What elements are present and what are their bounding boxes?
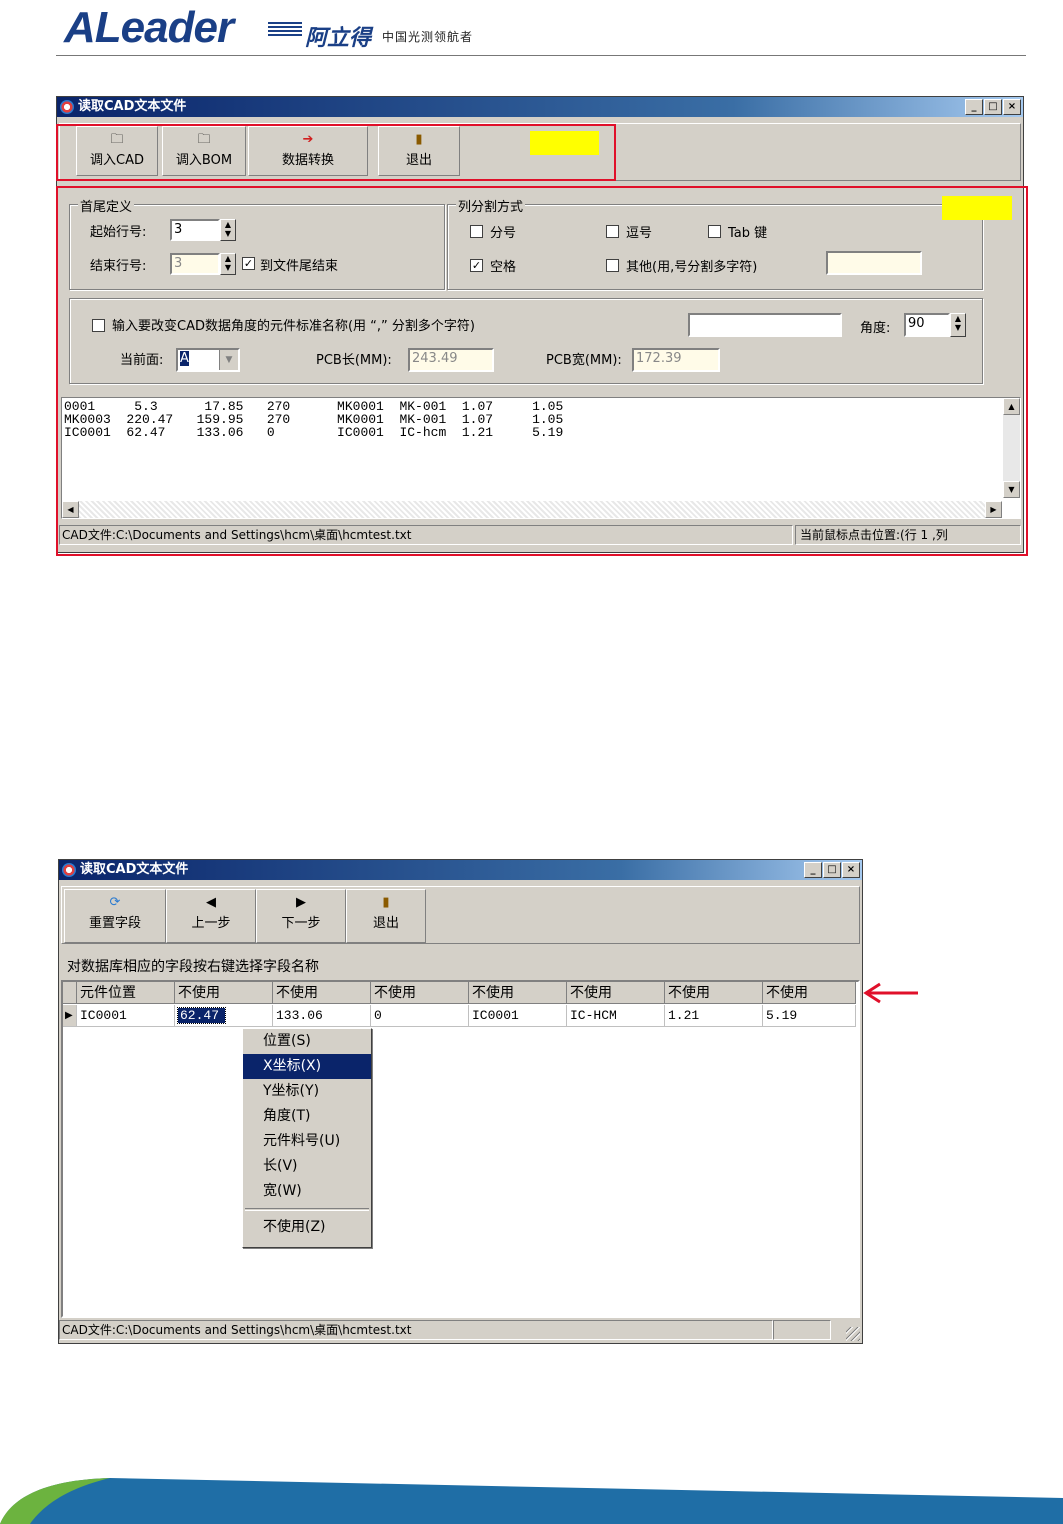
column-header[interactable]: 不使用 xyxy=(469,982,567,1004)
column-header[interactable]: 不使用 xyxy=(371,982,469,1004)
header-divider xyxy=(56,55,1026,56)
status-cursor-position xyxy=(773,1320,831,1340)
menu-item-y-coordinate[interactable]: Y坐标(Y) xyxy=(243,1079,371,1104)
logo-tagline: 中国光测领航者 xyxy=(382,30,474,44)
toolbar: ⟳ 重置字段 ◀ 上一步 ▶ 下一步 ▮ 退出 xyxy=(61,886,860,944)
row-indicator: ▶ xyxy=(63,1005,77,1027)
column-header[interactable]: 不使用 xyxy=(665,982,763,1004)
table-cell[interactable]: IC-HCM xyxy=(567,1005,665,1027)
table-cell[interactable]: IC0001 xyxy=(77,1005,175,1027)
menu-item-part-number[interactable]: 元件料号(U) xyxy=(243,1129,371,1154)
red-arrow-icon xyxy=(863,982,918,1004)
title-bar[interactable]: 读取CAD文本文件 _ □ × xyxy=(57,97,1023,117)
logo-chinese-name: 阿立得 xyxy=(305,26,372,51)
column-header[interactable]: 不使用 xyxy=(273,982,371,1004)
title-bar[interactable]: 读取CAD文本文件 _ □ × xyxy=(59,860,862,880)
table-cell[interactable]: 5.19 xyxy=(763,1005,856,1027)
selected-cell-value: 62.47 xyxy=(176,1007,227,1024)
window-title: 读取CAD文本文件 xyxy=(80,862,189,877)
row-indicator-header xyxy=(63,982,77,1004)
table-cell[interactable]: 0 xyxy=(371,1005,469,1027)
read-cad-window-2: 读取CAD文本文件 _ □ × ⟳ 重置字段 ◀ 上一步 ▶ 下一步 ▮ 退出 … xyxy=(58,859,863,1344)
table-cell[interactable]: 133.06 xyxy=(273,1005,371,1027)
button-label: 下一步 xyxy=(281,916,321,931)
menu-item-position[interactable]: 位置(S) xyxy=(243,1029,371,1054)
column-header[interactable]: 不使用 xyxy=(763,982,856,1004)
menu-separator xyxy=(245,1208,369,1211)
window-title: 读取CAD文本文件 xyxy=(78,99,187,114)
table-cell-selected[interactable]: 62.47 xyxy=(175,1005,273,1027)
next-step-button[interactable]: ▶ 下一步 xyxy=(256,889,346,943)
aleader-logo: ALeader xyxy=(64,3,234,52)
table-cell[interactable]: IC0001 xyxy=(469,1005,567,1027)
button-label: 重置字段 xyxy=(88,916,141,931)
menu-item-unused[interactable]: 不使用(Z) xyxy=(243,1215,371,1240)
status-file-path: CAD文件:C:\Documents and Settings\hcm\桌面\h… xyxy=(59,1320,773,1340)
exit-button[interactable]: ▮ 退出 xyxy=(346,889,426,943)
button-label: 退出 xyxy=(372,916,399,931)
logo-stripes xyxy=(268,22,302,36)
reset-icon: ⟳ xyxy=(109,895,121,910)
previous-step-button[interactable]: ◀ 上一步 xyxy=(166,889,256,943)
left-arrow-icon: ◀ xyxy=(206,895,216,910)
right-arrow-icon: ▶ xyxy=(296,895,306,910)
app-icon xyxy=(60,100,74,114)
instruction-text: 对数据库相应的字段按右键选择字段名称 xyxy=(67,959,319,975)
footer-swoosh xyxy=(0,1478,1063,1524)
exit-door-icon: ▮ xyxy=(382,895,390,910)
field-context-menu: 位置(S) X坐标(X) Y坐标(Y) 角度(T) 元件料号(U) 长(V) 宽… xyxy=(242,1028,372,1248)
column-header[interactable]: 不使用 xyxy=(567,982,665,1004)
close-button[interactable]: × xyxy=(1003,99,1021,115)
app-icon xyxy=(62,863,76,877)
yellow-marker xyxy=(942,196,1012,220)
button-label: 上一步 xyxy=(191,916,231,931)
minimize-button[interactable]: _ xyxy=(965,99,983,115)
reset-fields-button[interactable]: ⟳ 重置字段 xyxy=(64,889,166,943)
field-mapping-grid[interactable]: 元件位置 不使用 不使用 不使用 不使用 不使用 不使用 不使用 ▶ IC000… xyxy=(61,980,860,1318)
column-header[interactable]: 不使用 xyxy=(175,982,273,1004)
close-button[interactable]: × xyxy=(842,862,860,878)
settings-highlight-box xyxy=(56,186,1028,556)
yellow-marker xyxy=(530,131,599,155)
minimize-button[interactable]: _ xyxy=(804,862,822,878)
menu-item-length[interactable]: 长(V) xyxy=(243,1154,371,1179)
menu-item-width[interactable]: 宽(W) xyxy=(243,1179,371,1204)
menu-item-angle[interactable]: 角度(T) xyxy=(243,1104,371,1129)
menu-item-x-coordinate[interactable]: X坐标(X) xyxy=(243,1054,371,1079)
maximize-button[interactable]: □ xyxy=(984,99,1002,115)
resize-grip-icon[interactable] xyxy=(846,1327,860,1341)
table-cell[interactable]: 1.21 xyxy=(665,1005,763,1027)
column-header[interactable]: 元件位置 xyxy=(77,982,175,1004)
maximize-button[interactable]: □ xyxy=(823,862,841,878)
